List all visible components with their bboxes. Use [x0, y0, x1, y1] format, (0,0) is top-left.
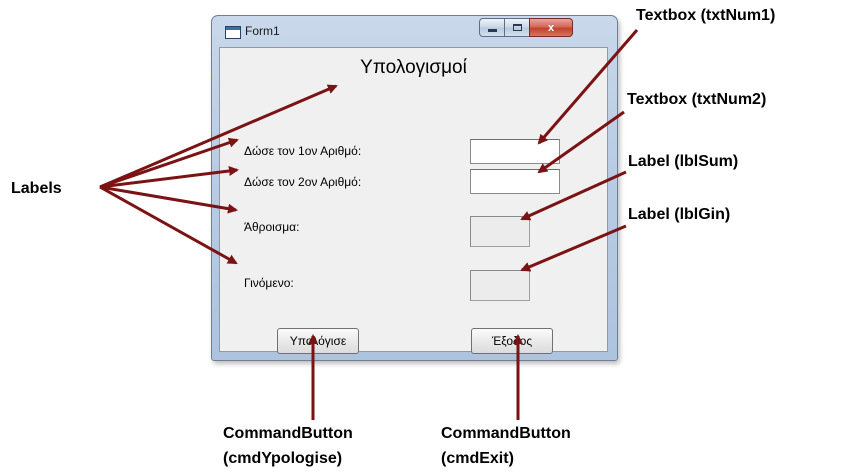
annotation-txtNum1: Textbox (txtNum1)	[636, 7, 776, 24]
annotation-arrows	[99, 29, 639, 420]
annotation-lblGin: Label (lblGin)	[628, 206, 731, 223]
annotation-lblSum: Label (lblSum)	[628, 153, 739, 170]
annotation-labels: Labels	[11, 180, 62, 197]
arrow-txtNum1	[537, 29, 639, 145]
annotation-cmdYpologise-line1: CommandButton	[223, 425, 353, 442]
annotation-cmdExit-line2: (cmdExit)	[441, 450, 514, 467]
annotation-cmdYpologise-line2: (cmdYpologise)	[223, 450, 343, 467]
arrow-lblSum	[520, 170, 627, 221]
annotation-txtNum2: Textbox (txtNum2)	[627, 91, 767, 108]
arrow-lblGin	[520, 224, 627, 272]
arrow-txtNum2	[537, 110, 625, 174]
annotation-cmdExit-line1: CommandButton	[441, 425, 571, 442]
